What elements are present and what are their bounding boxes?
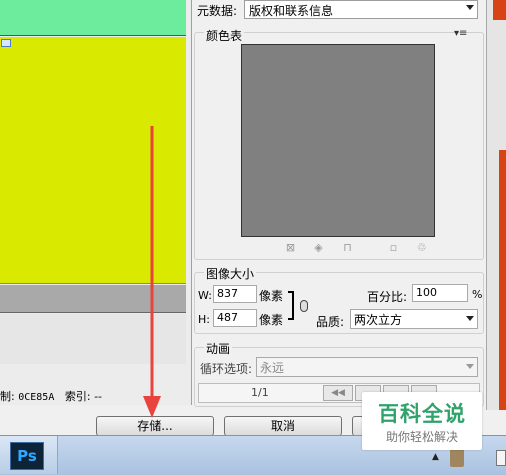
percent-unit: %: [472, 288, 483, 301]
watermark-title: 百科全说: [378, 402, 466, 426]
loop-value: 永远: [260, 361, 285, 375]
constrain-bracket: [288, 291, 294, 320]
quality-select[interactable]: 两次立方: [350, 309, 478, 329]
color-table-swatch: [241, 44, 435, 237]
lock-icon[interactable]: ⊓: [342, 242, 353, 253]
image-size-title: 图像大小: [204, 265, 257, 282]
link-chain-icon[interactable]: [300, 300, 308, 312]
status-code-label: 制:: [0, 390, 15, 403]
metadata-select[interactable]: 版权和联系信息: [244, 0, 478, 19]
status-code-value: 0CE85A: [18, 392, 55, 403]
trash-icon[interactable]: ♲: [416, 242, 427, 253]
metadata-value: 版权和联系信息: [249, 4, 334, 18]
background-window-edge: [499, 150, 506, 410]
photoshop-icon[interactable]: Ps: [10, 442, 44, 470]
tray-volume-icon[interactable]: [496, 450, 506, 466]
width-unit: 像素: [259, 289, 284, 303]
animation-title: 动画: [204, 340, 233, 357]
new-color-icon[interactable]: ▫: [388, 242, 399, 253]
height-unit: 像素: [259, 313, 284, 327]
status-readout: 制: 0CE85A 索引: --: [0, 388, 103, 403]
status-index-value: --: [94, 390, 103, 403]
close-corner[interactable]: [493, 0, 506, 20]
percent-field[interactable]: 100: [412, 284, 468, 302]
width-label: W:: [198, 289, 212, 302]
web-snap-icon[interactable]: ◈: [313, 242, 324, 253]
window-edge: [486, 0, 506, 410]
tray-arrow-icon[interactable]: ▲: [432, 452, 439, 462]
percent-label: 百分比:: [367, 290, 408, 304]
height-label: H:: [198, 313, 210, 326]
chevron-down-icon: [466, 5, 474, 10]
preview-band-green: [0, 0, 186, 36]
chevron-down-icon: [466, 316, 474, 321]
quality-value: 两次立方: [354, 313, 403, 327]
watermark-subtitle: 助你轻松解决: [385, 430, 458, 444]
loop-label: 循环选项:: [200, 362, 253, 376]
height-field[interactable]: 487: [213, 309, 257, 327]
baike-watermark-logo: 百科全说 助你轻松解决: [362, 392, 482, 450]
color-table-title: 颜色表: [204, 27, 245, 44]
annotation-arrow: [143, 126, 161, 418]
map-transparent-icon[interactable]: ⊠: [285, 242, 296, 253]
tray-app-icon[interactable]: [450, 447, 464, 467]
frame-counter: 1/1: [251, 386, 269, 399]
slice-badge-icon: [1, 39, 11, 47]
settings-panel: 元数据: 版权和联系信息 颜色表 ▾≡ ⊠ ◈ ⊓ ▫ ♲ 图像大小 W: 83…: [192, 0, 486, 410]
metadata-label: 元数据:: [197, 4, 238, 18]
cancel-button[interactable]: 取消: [224, 416, 342, 436]
width-field[interactable]: 837: [213, 285, 257, 303]
panel-menu-icon[interactable]: ▾≡: [454, 28, 467, 39]
loop-select[interactable]: 永远: [256, 357, 478, 377]
quality-label: 品质:: [316, 315, 345, 329]
first-frame-button[interactable]: ◀◀: [323, 385, 353, 401]
chevron-down-icon: [466, 364, 474, 369]
status-index-label: 索引:: [64, 390, 91, 403]
